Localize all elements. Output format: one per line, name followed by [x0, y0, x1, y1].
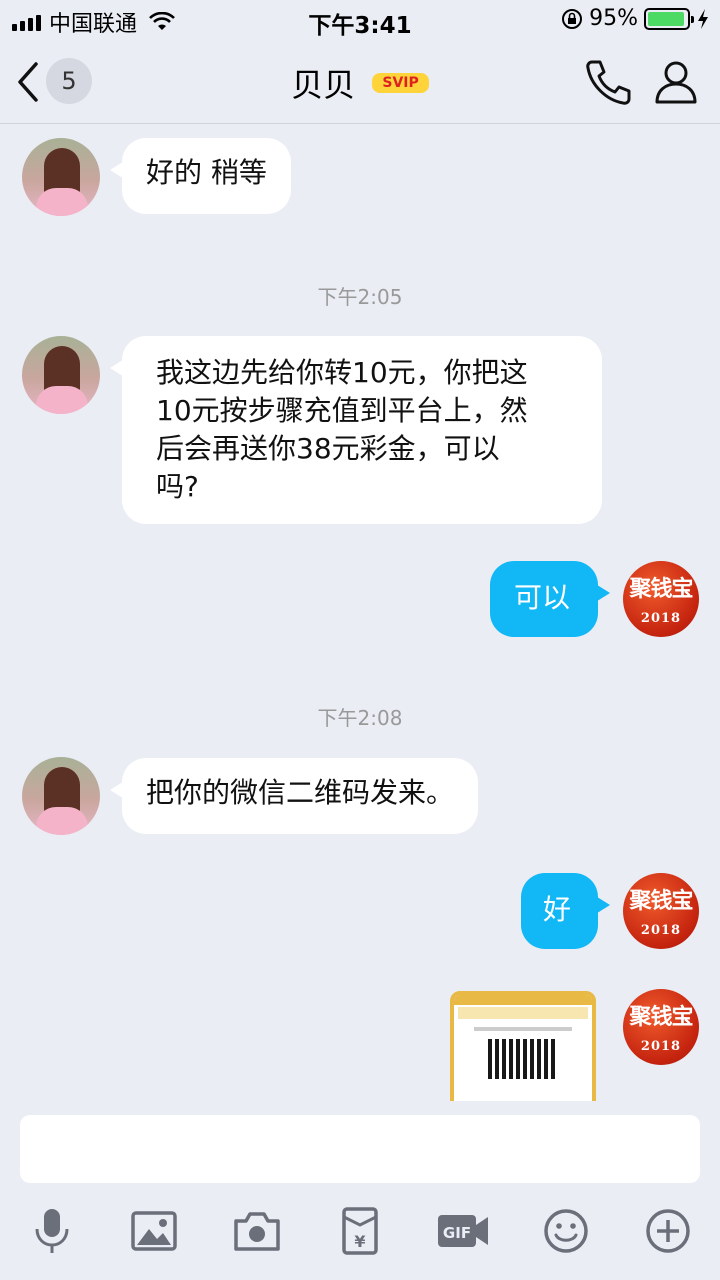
red-packet-icon[interactable]: ¥ [334, 1205, 386, 1257]
self-avatar[interactable]: 聚钱宝 2018 [623, 873, 699, 949]
phone-icon[interactable] [582, 56, 634, 108]
svg-text:¥: ¥ [354, 1232, 365, 1251]
mic-icon[interactable] [26, 1205, 78, 1257]
emoji-icon[interactable] [540, 1205, 592, 1257]
message-timestamp: 下午2:05 [317, 285, 403, 309]
message-timestamp: 下午2:08 [317, 706, 403, 730]
message-text: 把你的微信二维码发来。 [146, 776, 455, 809]
avatar-logo-text: 聚钱宝 [629, 1004, 693, 1030]
contact-avatar[interactable] [22, 757, 100, 835]
camera-icon[interactable] [231, 1205, 283, 1257]
self-avatar[interactable]: 聚钱宝 2018 [623, 989, 699, 1065]
message-text: 好的 稍等 [146, 156, 267, 189]
svip-badge: SVIP [372, 73, 429, 93]
avatar-year: 2018 [640, 1039, 682, 1054]
message-line: 吗? [156, 470, 199, 503]
plus-icon[interactable] [642, 1205, 694, 1257]
message-list[interactable]: 好的 稍等 下午2:05 我这边先给你转10元，你把这 10元按步骤充值到平台上… [0, 125, 720, 1101]
message-bubble-received[interactable]: 好的 稍等 [110, 138, 291, 214]
signal-icon [12, 13, 41, 31]
status-right: 95% [561, 6, 710, 31]
message-bubble-received[interactable]: 我这边先给你转10元，你把这 10元按步骤充值到平台上，然 后会再送你38元彩金… [110, 336, 602, 524]
charging-icon [698, 8, 708, 29]
image-icon[interactable] [128, 1205, 180, 1257]
status-bar: 中国联通 下午3:41 95% [0, 0, 720, 40]
profile-icon[interactable] [650, 56, 702, 108]
avatar-year: 2018 [640, 611, 682, 626]
composer: ¥ GIF [0, 1101, 720, 1280]
chat-header: 5 贝贝 SVIP [0, 40, 720, 124]
message-input[interactable] [20, 1115, 700, 1183]
message-bubble-received[interactable]: 把你的微信二维码发来。 [109, 758, 479, 834]
avatar-year: 2018 [640, 923, 682, 938]
message-line: 后会再送你38元彩金，可以 [156, 432, 500, 465]
avatar-logo-text: 聚钱宝 [629, 576, 693, 602]
battery-percent: 95% [589, 6, 638, 31]
wifi-icon [149, 12, 175, 30]
composer-toolbar: ¥ GIF [0, 1205, 720, 1265]
contact-avatar[interactable] [22, 138, 100, 216]
message-bubble-sent[interactable]: 可以 [490, 561, 610, 637]
carrier-name: 中国联通 [49, 12, 138, 37]
message-text: 好 [543, 893, 572, 926]
qr-code-image-message[interactable] [450, 991, 596, 1101]
svg-text:GIF: GIF [443, 1224, 471, 1242]
rotation-lock-icon [562, 8, 583, 29]
qr-code-thumbnail [488, 1039, 558, 1079]
battery-icon [644, 7, 694, 30]
self-avatar[interactable]: 聚钱宝 2018 [623, 561, 699, 637]
chat-title[interactable]: 贝贝 [291, 66, 355, 104]
message-bubble-sent[interactable]: 好 [521, 873, 610, 949]
message-line: 10元按步骤充值到平台上，然 [156, 394, 528, 427]
message-line: 我这边先给你转10元，你把这 [156, 356, 528, 389]
contact-avatar[interactable] [22, 336, 100, 414]
gif-icon[interactable]: GIF [436, 1205, 490, 1257]
avatar-logo-text: 聚钱宝 [629, 888, 693, 914]
status-left: 中国联通 [12, 6, 175, 38]
message-text: 可以 [514, 581, 571, 614]
